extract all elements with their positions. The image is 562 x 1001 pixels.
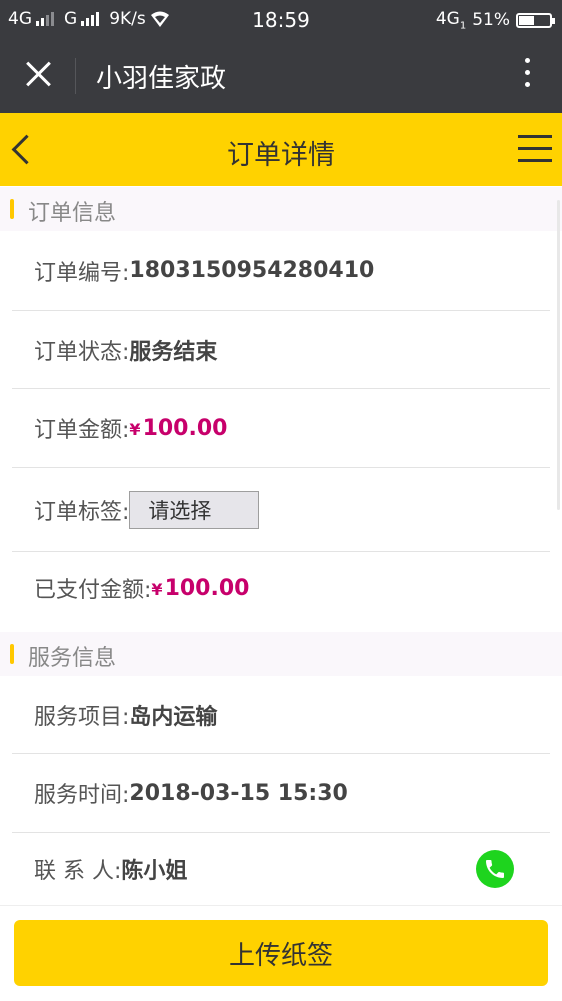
- paid-amount-row: 已支付金额: ¥100.00: [12, 552, 550, 624]
- tag-select[interactable]: 请选择: [129, 490, 260, 529]
- service-item-value: 岛内运输: [129, 704, 218, 730]
- contact-row: 联 系 人: 陈小姐: [12, 833, 550, 905]
- service-time-value: 2018-03-15 15:30: [129, 780, 348, 806]
- phone-icon[interactable]: [476, 850, 514, 888]
- battery-percent: 51%: [472, 10, 510, 31]
- service-time-label: 服务时间:: [34, 783, 130, 808]
- order-amount-label: 订单金额:: [34, 418, 130, 443]
- status-right: 4G1 51%: [435, 9, 555, 32]
- phone-glyph: [486, 860, 504, 878]
- upload-paper-sign-button[interactable]: 上传纸签: [14, 920, 548, 986]
- order-number-row: 订单编号: 1803150954280410: [12, 231, 550, 311]
- service-item-label: 服务项目:: [34, 704, 130, 730]
- network-label-3: 4G1: [435, 9, 467, 32]
- order-amount-row: 订单金额: ¥100.00: [12, 389, 550, 468]
- service-time-row: 服务时间: 2018-03-15 15:30: [12, 754, 550, 833]
- order-amount-value: ¥100.00: [129, 415, 228, 441]
- contact-label: 联 系 人:: [34, 859, 122, 884]
- order-number-label: 订单编号:: [34, 260, 130, 286]
- page-title: 订单详情: [227, 140, 335, 171]
- battery-icon: [516, 12, 555, 28]
- order-tag-row: 订单标签: 请选择: [12, 468, 550, 552]
- section-header-service: 服务信息: [0, 632, 562, 676]
- contact-value: 陈小姐: [121, 859, 188, 884]
- order-status-row: 订单状态: 服务结束: [12, 311, 550, 389]
- paid-amount-label: 已支付金额:: [34, 578, 152, 603]
- section-header-order: 订单信息: [0, 187, 562, 231]
- wechat-titlebar: 小羽佳家政: [0, 38, 562, 113]
- order-status-value: 服务结束: [129, 339, 218, 365]
- scrollbar[interactable]: [557, 200, 560, 510]
- order-tag-label: 订单标签:: [34, 499, 130, 525]
- app-header: 订单详情: [0, 113, 562, 186]
- footer: 上传纸签: [0, 905, 562, 1001]
- order-status-label: 订单状态:: [34, 339, 130, 365]
- service-item-row: 服务项目: 岛内运输: [12, 676, 550, 754]
- section-title: 订单信息: [28, 201, 117, 226]
- section-title: 服务信息: [28, 646, 117, 671]
- paid-amount-value: ¥100.00: [151, 575, 250, 601]
- status-bar: 4G G 9K/s 18:59 4G1 51%: [0, 0, 562, 38]
- section-marker: [10, 644, 14, 664]
- divider: [75, 58, 76, 94]
- close-icon[interactable]: [22, 56, 56, 94]
- section-marker: [10, 199, 14, 219]
- menu-icon[interactable]: [518, 135, 552, 163]
- more-icon[interactable]: [522, 58, 532, 94]
- wechat-title: 小羽佳家政: [96, 64, 227, 94]
- order-number-value: 1803150954280410: [129, 258, 375, 283]
